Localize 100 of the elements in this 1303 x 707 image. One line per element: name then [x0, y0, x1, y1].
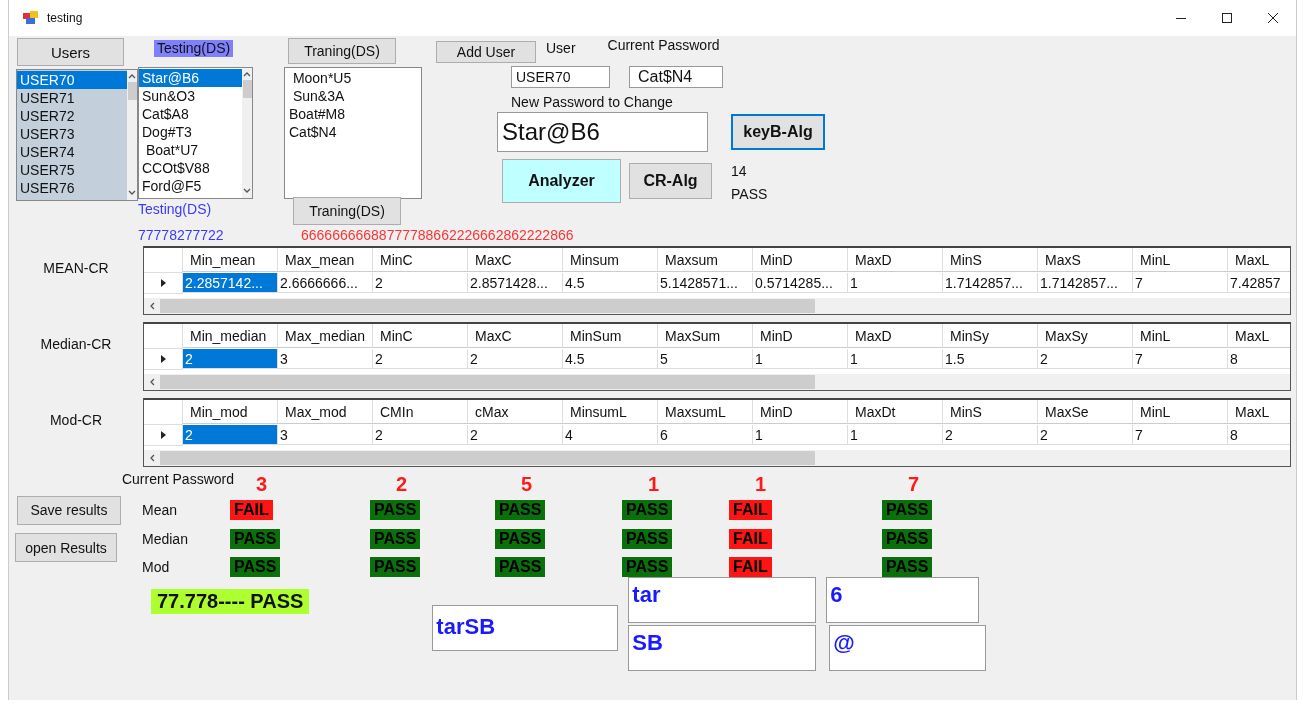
column-header[interactable]: MaxS — [1038, 248, 1133, 272]
list-item[interactable]: Cat$N4 — [286, 123, 421, 141]
table-cell[interactable]: 2 — [373, 425, 468, 445]
output-field[interactable]: SB — [628, 625, 817, 671]
column-header[interactable]: CMIn — [373, 400, 468, 424]
testing-list[interactable]: Star@B6 Sun&O3 Cat$A8 Dog#T3 Boat*U7 CCOt$V88 Ford@F5 — [138, 67, 253, 199]
scroll-thumb[interactable] — [127, 82, 137, 100]
column-header[interactable]: MaxL — [1228, 248, 1290, 272]
column-header[interactable]: MinSy — [943, 324, 1038, 348]
table-cell[interactable]: 1 — [848, 273, 943, 293]
output-field[interactable]: tar — [628, 577, 817, 623]
training-list[interactable]: Moon*U5 Sun&3A Boat#M8 Cat$N4 — [284, 67, 422, 199]
users-list[interactable]: USER70 USER71 USER72 USER73 USER74 USER75 USER76 — [16, 69, 138, 201]
column-header[interactable]: cMax — [468, 400, 563, 424]
table-cell[interactable]: 6 — [658, 425, 753, 445]
column-header[interactable]: MinL — [1133, 324, 1228, 348]
table-cell[interactable]: 1.5 — [943, 349, 1038, 369]
table-cell[interactable]: 4.5 — [563, 273, 658, 293]
list-item[interactable]: Moon*U5 — [286, 69, 421, 87]
column-header[interactable]: MaxL — [1228, 400, 1290, 424]
output-field[interactable]: 6 — [826, 577, 980, 623]
chevron-down-icon[interactable] — [243, 188, 251, 194]
analyzer-button[interactable]: Analyzer — [502, 159, 621, 203]
column-header[interactable]: MaxSe — [1038, 400, 1133, 424]
column-header[interactable]: MinD — [753, 324, 848, 348]
table-cell[interactable]: 2.2857142... — [183, 273, 278, 293]
list-item[interactable]: USER73 — [17, 125, 127, 143]
column-header[interactable]: MaxL — [1228, 324, 1290, 348]
table-cell[interactable]: 1 — [848, 425, 943, 445]
list-item[interactable]: USER75 — [17, 161, 127, 179]
column-header[interactable]: MinSum — [563, 324, 658, 348]
column-header[interactable]: MaxC — [468, 248, 563, 272]
list-item[interactable]: Sun&3A — [286, 87, 421, 105]
scroll-thumb[interactable] — [160, 375, 815, 389]
new-password-field[interactable]: Star@B6 — [497, 112, 708, 152]
column-header[interactable]: MaxSum — [658, 324, 753, 348]
column-header[interactable]: Min_median — [183, 324, 278, 348]
training-button[interactable]: Traning(DS) — [293, 197, 401, 225]
users-button[interactable]: Users — [17, 38, 124, 66]
user-field[interactable]: USER70 — [511, 66, 610, 88]
scrollbar[interactable] — [242, 68, 252, 198]
table-cell[interactable]: 2 — [183, 425, 278, 445]
cr-alg-button[interactable]: CR-Alg — [629, 163, 712, 199]
column-header[interactable]: MaxDt — [848, 400, 943, 424]
column-header[interactable]: MinS — [943, 248, 1038, 272]
table-cell[interactable]: 2 — [943, 425, 1038, 445]
list-item[interactable]: CCOt$V88 — [139, 159, 242, 177]
table-cell[interactable]: 1 — [753, 349, 848, 369]
column-header[interactable]: Minsum — [563, 248, 658, 272]
column-header[interactable]: Min_mod — [183, 400, 278, 424]
list-item[interactable]: USER70 — [17, 71, 127, 89]
save-results-button[interactable]: Save results — [17, 495, 121, 525]
table-cell[interactable]: 2 — [468, 425, 563, 445]
column-header[interactable]: MinD — [753, 248, 848, 272]
table-cell[interactable]: 2.8571428... — [468, 273, 563, 293]
table-cell[interactable]: 2 — [183, 349, 278, 369]
column-header[interactable]: MinsumL — [563, 400, 658, 424]
column-header[interactable]: MaxD — [848, 324, 943, 348]
chevron-up-icon[interactable] — [243, 71, 251, 77]
column-header[interactable]: MinC — [373, 248, 468, 272]
scrollbar[interactable] — [144, 298, 1290, 314]
table-cell[interactable]: 5 — [658, 349, 753, 369]
column-header[interactable]: MinD — [753, 400, 848, 424]
column-header[interactable]: Min_mean — [183, 248, 278, 272]
scroll-thumb[interactable] — [242, 80, 252, 98]
table-cell[interactable]: 8 — [1228, 349, 1290, 369]
scrollbar[interactable] — [127, 70, 137, 200]
column-header[interactable]: MaxC — [468, 324, 563, 348]
table-cell[interactable]: 7.42857 — [1228, 273, 1290, 293]
list-item[interactable]: USER74 — [17, 143, 127, 161]
column-header[interactable]: Maxsum — [658, 248, 753, 272]
table-cell[interactable]: 2 — [373, 273, 468, 293]
column-header[interactable]: MinS — [943, 400, 1038, 424]
chevron-down-icon[interactable] — [128, 190, 136, 196]
table-cell[interactable]: 1 — [848, 349, 943, 369]
list-item[interactable]: Sun&O3 — [139, 87, 242, 105]
list-item[interactable]: Ford@F5 — [139, 177, 242, 195]
table-cell[interactable]: 7 — [1133, 425, 1228, 445]
column-header[interactable]: Max_mean — [278, 248, 373, 272]
table-cell[interactable]: 5.1428571... — [658, 273, 753, 293]
keyb-alg-button[interactable]: keyB-Alg — [731, 114, 825, 150]
table-cell[interactable]: 1.7142857... — [1038, 273, 1133, 293]
list-item[interactable]: USER72 — [17, 107, 127, 125]
table-cell[interactable]: 8 — [1228, 425, 1290, 445]
table-cell[interactable]: 2 — [1038, 349, 1133, 369]
column-header[interactable]: MaxSy — [1038, 324, 1133, 348]
column-header[interactable]: MinC — [373, 324, 468, 348]
table-cell[interactable]: 3 — [278, 349, 373, 369]
output-field[interactable]: tarSB — [432, 605, 619, 651]
table-cell[interactable]: 7 — [1133, 349, 1228, 369]
chevron-left-icon[interactable] — [149, 378, 155, 386]
scrollbar[interactable] — [144, 450, 1290, 466]
chevron-left-icon[interactable] — [149, 302, 155, 310]
output-field[interactable]: @ — [829, 625, 987, 671]
table-cell[interactable]: 2 — [468, 349, 563, 369]
table-cell[interactable]: 4 — [563, 425, 658, 445]
scroll-thumb[interactable] — [160, 299, 815, 313]
chevron-left-icon[interactable] — [149, 454, 155, 462]
table-cell[interactable]: 0.5714285... — [753, 273, 848, 293]
column-header[interactable]: Max_mod — [278, 400, 373, 424]
